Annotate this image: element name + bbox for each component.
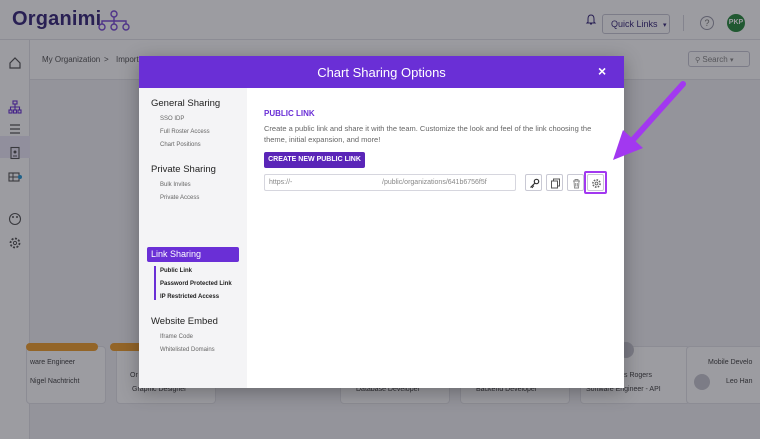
sidebar-heading-website-embed[interactable]: Website Embed (151, 316, 218, 327)
delete-button[interactable] (567, 174, 584, 191)
public-link-panel: PUBLIC LINK Create a public link and sha… (247, 88, 624, 388)
sidebar-item-chart-positions[interactable]: Chart Positions (160, 142, 201, 148)
sidebar-item-full-roster-access[interactable]: Full Roster Access (160, 129, 210, 135)
sidebar-item-ip-restricted-access[interactable]: IP Restricted Access (160, 294, 219, 300)
sharing-sidebar: General Sharing SSO IDP Full Roster Acce… (139, 88, 247, 388)
sidebar-item-bulk-invites[interactable]: Bulk Invites (160, 182, 191, 188)
sidebar-item-whitelisted-domains[interactable]: Whitelisted Domains (160, 347, 215, 353)
key-icon (530, 178, 540, 189)
key-button[interactable] (525, 174, 542, 191)
sidebar-heading-general[interactable]: General Sharing (151, 98, 220, 109)
sidebar-item-sso-idp[interactable]: SSO IDP (160, 116, 184, 122)
copy-icon (551, 178, 560, 189)
close-icon[interactable]: × (598, 63, 606, 79)
modal-header: Chart Sharing Options × (139, 56, 624, 88)
create-public-link-button[interactable]: CREATE NEW PUBLIC LINK (264, 152, 365, 168)
sidebar-item-private-access[interactable]: Private Access (160, 195, 199, 201)
public-link-field[interactable]: https://- /public/organizations/641b6756… (264, 174, 516, 191)
sidebar-heading-link-sharing[interactable]: Link Sharing (151, 249, 201, 259)
annotation-arrow-icon (613, 81, 686, 160)
chart-sharing-modal: Chart Sharing Options × General Sharing … (139, 56, 624, 388)
trash-icon (573, 179, 580, 189)
sidebar-item-public-link[interactable]: Public Link (160, 268, 192, 274)
sidebar-item-password-protected-link[interactable]: Password Protected Link (160, 281, 232, 287)
copy-button[interactable] (546, 174, 563, 191)
section-heading: PUBLIC LINK (264, 109, 315, 118)
active-section-indicator (154, 266, 156, 300)
section-description: Create a public link and share it with t… (264, 124, 592, 144)
sidebar-item-iframe-code[interactable]: Iframe Code (160, 334, 193, 340)
sidebar-heading-private[interactable]: Private Sharing (151, 164, 216, 175)
link-suffix: /public/organizations/641b6756f5f (382, 179, 487, 186)
modal-title: Chart Sharing Options (317, 65, 446, 80)
link-prefix: https://- (269, 179, 293, 186)
